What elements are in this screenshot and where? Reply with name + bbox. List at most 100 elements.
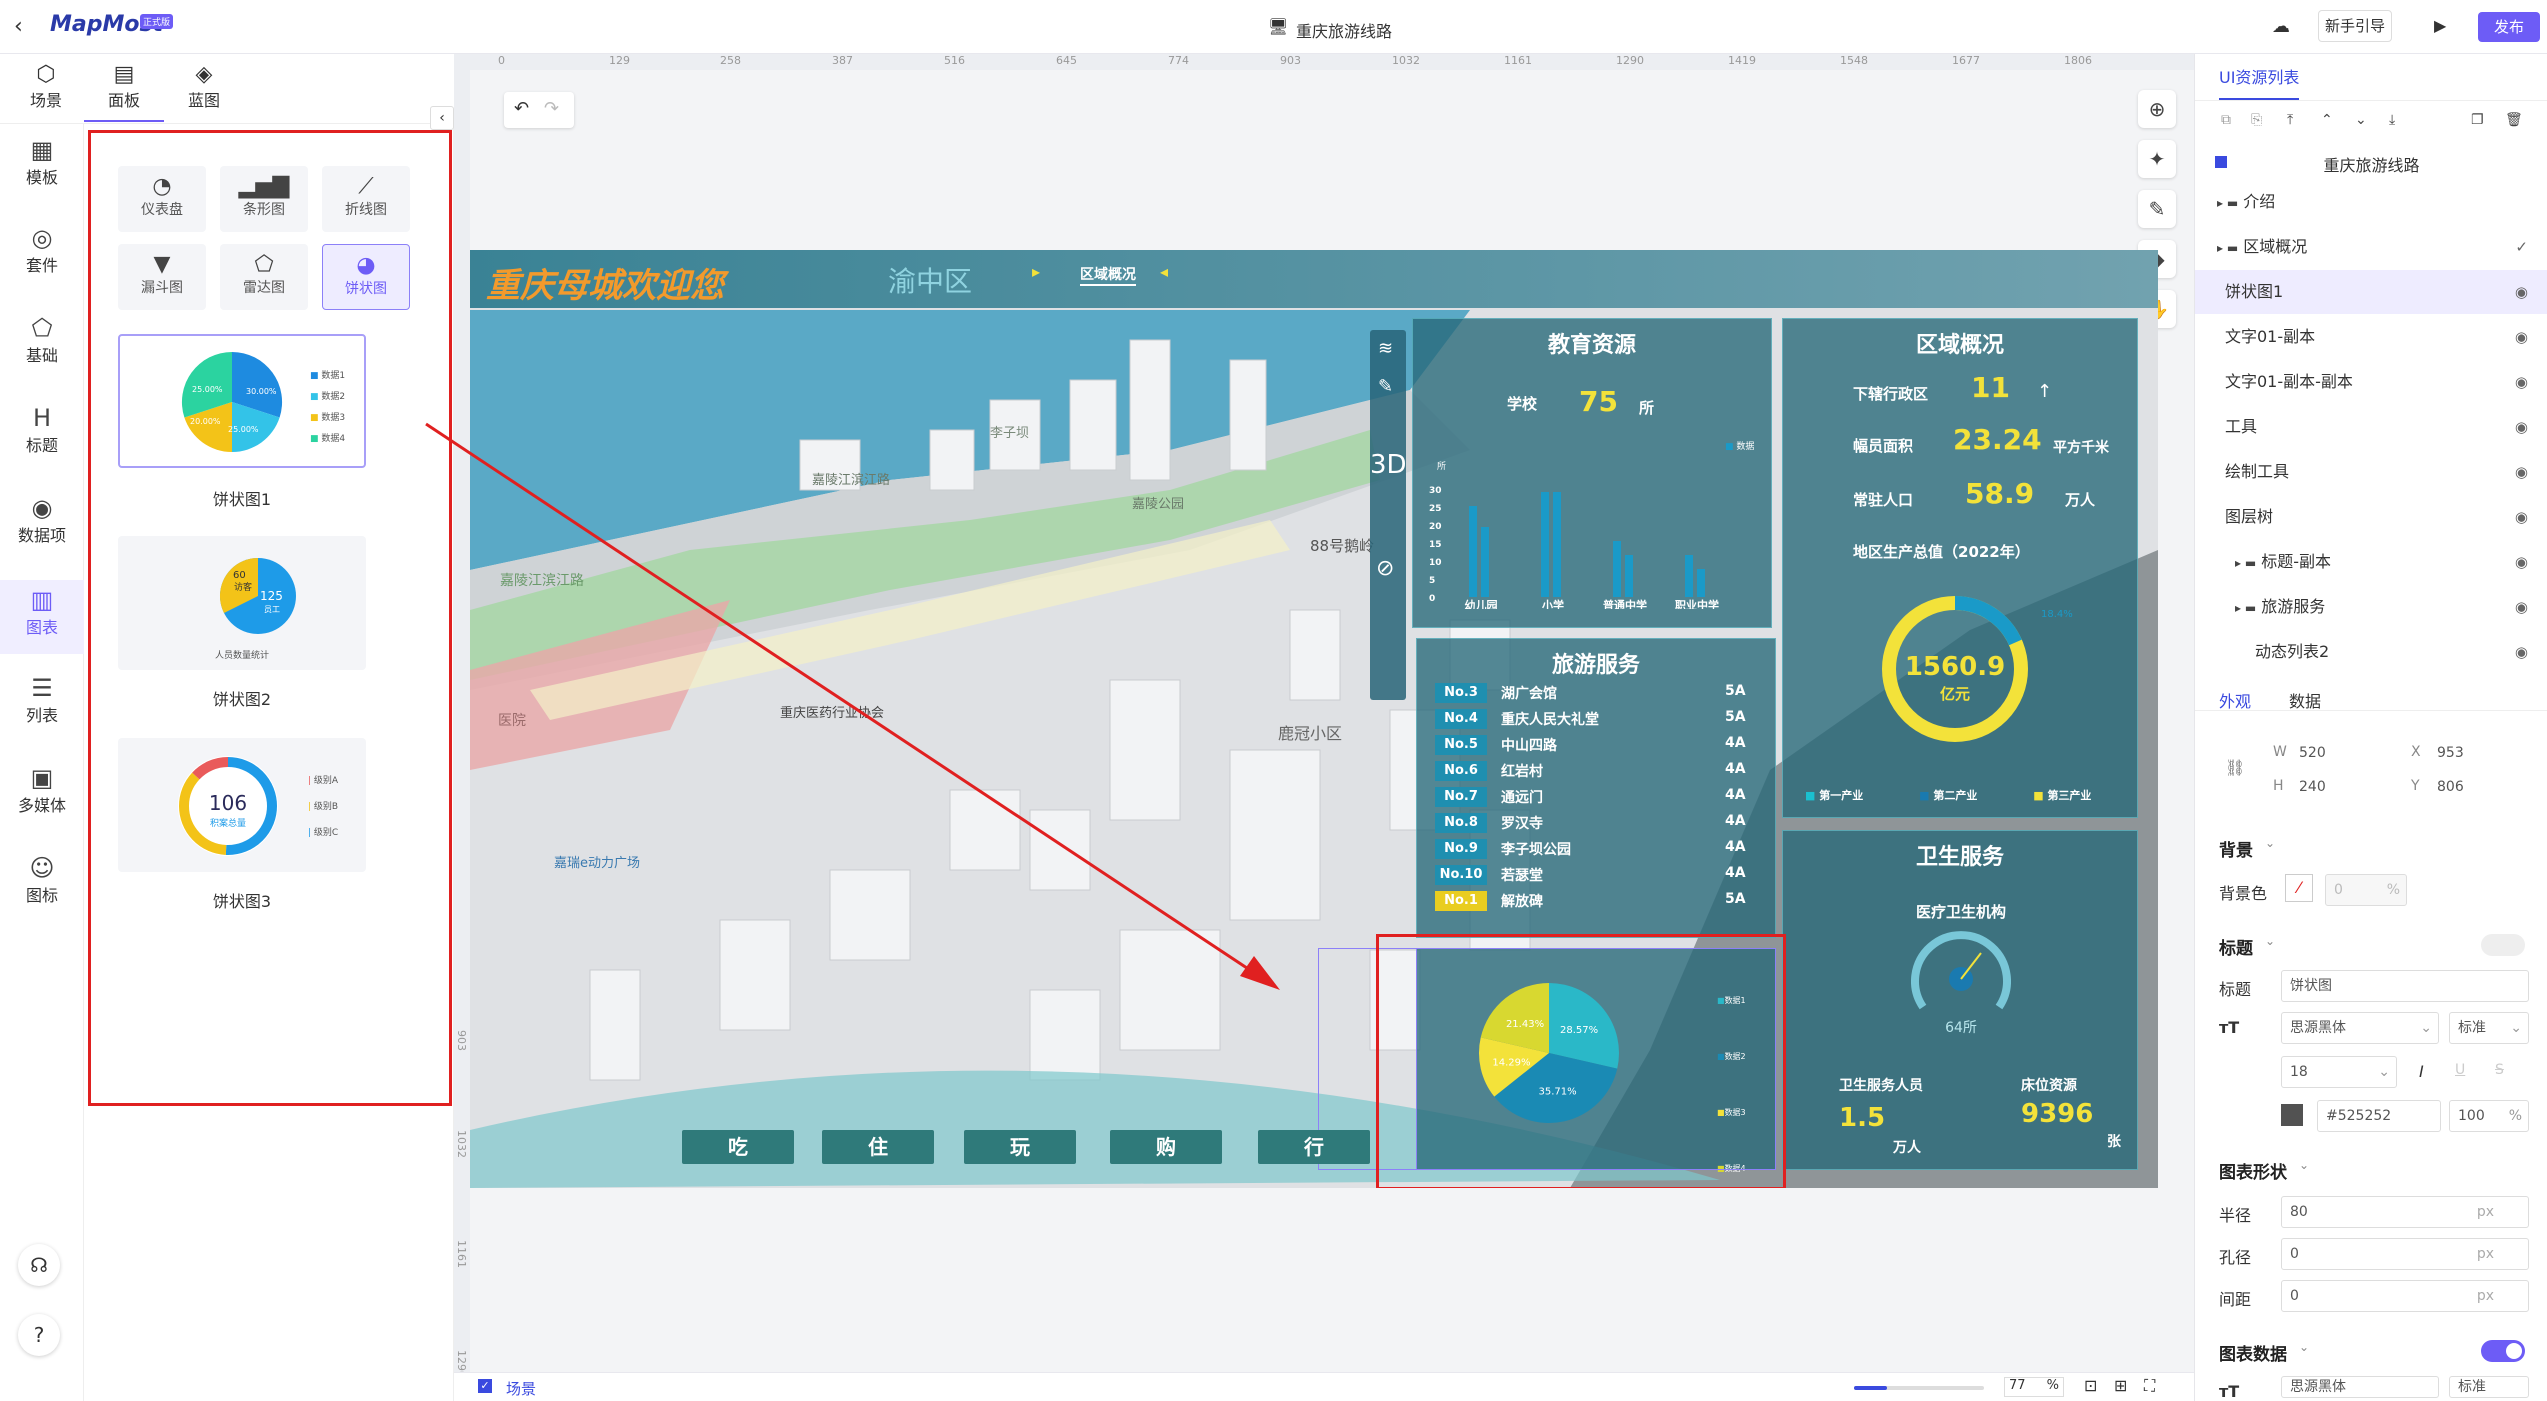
- cloud-icon[interactable]: ☁: [2272, 16, 2290, 37]
- h-input[interactable]: 240: [2291, 772, 2371, 804]
- eye-icon[interactable]: ◉: [2515, 450, 2528, 494]
- copy-icon[interactable]: ⧉: [2221, 112, 2231, 128]
- tree-item[interactable]: ▸ ▬ 旅游服务 ◉: [2195, 585, 2547, 629]
- y-input[interactable]: 806: [2429, 772, 2509, 804]
- layers-icon[interactable]: ≋: [1378, 338, 1393, 359]
- eye-icon[interactable]: ◉: [2515, 585, 2528, 629]
- 3d-toggle[interactable]: 3D: [1370, 450, 1407, 480]
- frame-icon[interactable]: ⊞: [2114, 1376, 2127, 1395]
- tab-appearance[interactable]: 外观: [2219, 688, 2251, 712]
- bg-opacity-input[interactable]: 0%: [2325, 874, 2407, 906]
- eye-icon[interactable]: ◉: [2515, 405, 2528, 449]
- font-color-swatch[interactable]: [2281, 1104, 2303, 1126]
- link-icon[interactable]: ⛓: [2225, 758, 2245, 777]
- tree-item[interactable]: ▸ ▬ 标题-副本 ◉: [2195, 540, 2547, 584]
- move-top-icon[interactable]: ⤒: [2287, 112, 2293, 128]
- move-bottom-icon[interactable]: ⤓: [2389, 112, 2395, 128]
- rail-kit[interactable]: ◎ 套件: [0, 224, 84, 276]
- tree-item[interactable]: ▸ ▬ 介绍: [2195, 180, 2547, 224]
- data-font-select[interactable]: 思源黑体: [2281, 1376, 2439, 1398]
- font-opacity-input[interactable]: 100%: [2449, 1100, 2529, 1132]
- chart-type-funnel[interactable]: ▼ 漏斗图: [118, 244, 206, 310]
- eye-icon[interactable]: ◉: [2515, 360, 2528, 404]
- chart-type-radar[interactable]: ⬠ 雷达图: [220, 244, 308, 310]
- eye-icon[interactable]: ◉: [2515, 315, 2528, 359]
- italic-icon[interactable]: I: [2419, 1062, 2424, 1081]
- zoom-input[interactable]: 77 %: [2004, 1377, 2064, 1397]
- pie-card-2[interactable]: 60 访客 125 员工 人员数量统计: [118, 536, 366, 670]
- delete-icon[interactable]: 🗑: [2505, 112, 2523, 128]
- help-icon[interactable]: ?: [18, 1314, 60, 1356]
- move-up-icon[interactable]: ⌃: [2321, 112, 2333, 128]
- nav-eat[interactable]: 吃: [682, 1130, 794, 1164]
- publish-button[interactable]: 发布: [2478, 12, 2540, 42]
- chevron-down-icon[interactable]: ⌄: [2299, 1340, 2309, 1354]
- chart-type-pie[interactable]: ◕ 饼状图: [322, 244, 410, 310]
- gap-input[interactable]: 0 px: [2281, 1280, 2529, 1312]
- move-down-icon[interactable]: ⌄: [2355, 112, 2367, 128]
- rail-basic[interactable]: ⬠ 基础: [0, 314, 84, 366]
- pie-card-1[interactable]: 30.00% 25.00% 20.00% 25.00% ■ 数据1 ■ 数据2 …: [118, 334, 366, 468]
- compass-icon[interactable]: ⊘: [1376, 556, 1394, 581]
- tab-data[interactable]: 数据: [2289, 688, 2321, 712]
- eye-icon[interactable]: ◉: [2515, 495, 2528, 539]
- target-icon[interactable]: ⊕: [2138, 90, 2176, 128]
- tree-item[interactable]: ▸ ▬ 区域概况 ✓: [2195, 225, 2547, 269]
- nav-shop[interactable]: 购: [1110, 1130, 1222, 1164]
- tab-scene[interactable]: ⬡ 场景: [6, 62, 86, 111]
- duplicate-icon[interactable]: ❐: [2471, 112, 2484, 128]
- preview-icon[interactable]: ▶: [2434, 16, 2446, 35]
- tree-item[interactable]: 动态列表2 ◉: [2195, 630, 2547, 674]
- fit-icon[interactable]: ⊡: [2084, 1376, 2097, 1395]
- ruler-tool-icon[interactable]: ✎: [2138, 190, 2176, 228]
- w-input[interactable]: 520: [2291, 738, 2371, 770]
- fullscreen-icon[interactable]: ⛶: [2144, 1376, 2155, 1396]
- x-input[interactable]: 953: [2429, 738, 2509, 770]
- pie-card-3[interactable]: 106 积案总量 | 级别A | 级别B | 级别C: [118, 738, 366, 872]
- eye-icon[interactable]: ◉: [2515, 270, 2528, 314]
- tab-panel[interactable]: ▤ 面板: [84, 62, 164, 122]
- headset-icon[interactable]: ☊: [18, 1244, 60, 1286]
- strikethrough-icon[interactable]: S: [2495, 1062, 2504, 1078]
- tree-item[interactable]: 绘制工具 ◉: [2195, 450, 2547, 494]
- title-input[interactable]: 饼状图: [2281, 970, 2529, 1002]
- tab-ui-resources[interactable]: UI资源列表: [2219, 64, 2300, 100]
- tree-item[interactable]: 文字01-副本-副本 ◉: [2195, 360, 2547, 404]
- nav-play[interactable]: 玩: [964, 1130, 1076, 1164]
- tree-item[interactable]: 图层树 ◉: [2195, 495, 2547, 539]
- tree-item[interactable]: 饼状图1 ◉: [2195, 270, 2547, 314]
- tree-item[interactable]: 文字01-副本 ◉: [2195, 315, 2547, 359]
- magic-wand-icon[interactable]: ✦: [2138, 140, 2176, 178]
- radius-input[interactable]: 80 px: [2281, 1196, 2529, 1228]
- rail-list[interactable]: ☰ 列表: [0, 674, 84, 726]
- title-toggle[interactable]: [2481, 934, 2525, 956]
- rail-icons[interactable]: ☺ 图标: [0, 854, 84, 906]
- undo-icon[interactable]: ↶: [514, 98, 529, 119]
- rail-template[interactable]: ▦ 模板: [0, 136, 84, 188]
- data-toggle[interactable]: [2481, 1340, 2525, 1362]
- rail-media[interactable]: ▣ 多媒体: [0, 764, 84, 816]
- chart-type-bar[interactable]: ▂▅▇ 条形图: [220, 166, 308, 232]
- underline-icon[interactable]: U: [2455, 1062, 2465, 1078]
- back-icon[interactable]: ‹: [14, 14, 23, 39]
- checkbox-scene[interactable]: ✓: [478, 1379, 492, 1393]
- bg-color-swatch[interactable]: ⁄: [2285, 874, 2313, 902]
- font-weight-select[interactable]: 标准 ⌄: [2449, 1012, 2529, 1044]
- rail-title[interactable]: H 标题: [0, 404, 84, 456]
- font-color-input[interactable]: #525252: [2317, 1100, 2441, 1132]
- zoom-slider[interactable]: [1854, 1386, 1984, 1390]
- chevron-down-icon[interactable]: ⌄: [2265, 934, 2275, 948]
- guide-button[interactable]: 新手引导: [2318, 10, 2392, 42]
- chart-type-gauge[interactable]: ◔ 仪表盘: [118, 166, 206, 232]
- tab-region-overview[interactable]: 区域概况: [1080, 264, 1136, 286]
- redo-icon[interactable]: ↷: [544, 98, 559, 119]
- eye-icon[interactable]: ◉: [2515, 630, 2528, 674]
- font-select[interactable]: 思源黑体 ⌄: [2281, 1012, 2439, 1044]
- chevron-down-icon[interactable]: ⌄: [2265, 836, 2275, 850]
- paste-icon[interactable]: ⎘: [2251, 112, 2262, 128]
- hole-input[interactable]: 0 px: [2281, 1238, 2529, 1270]
- nav-travel[interactable]: 行: [1258, 1130, 1370, 1164]
- nav-stay[interactable]: 住: [822, 1130, 934, 1164]
- data-weight-select[interactable]: 标准: [2449, 1376, 2529, 1398]
- chevron-down-icon[interactable]: ⌄: [2299, 1158, 2309, 1172]
